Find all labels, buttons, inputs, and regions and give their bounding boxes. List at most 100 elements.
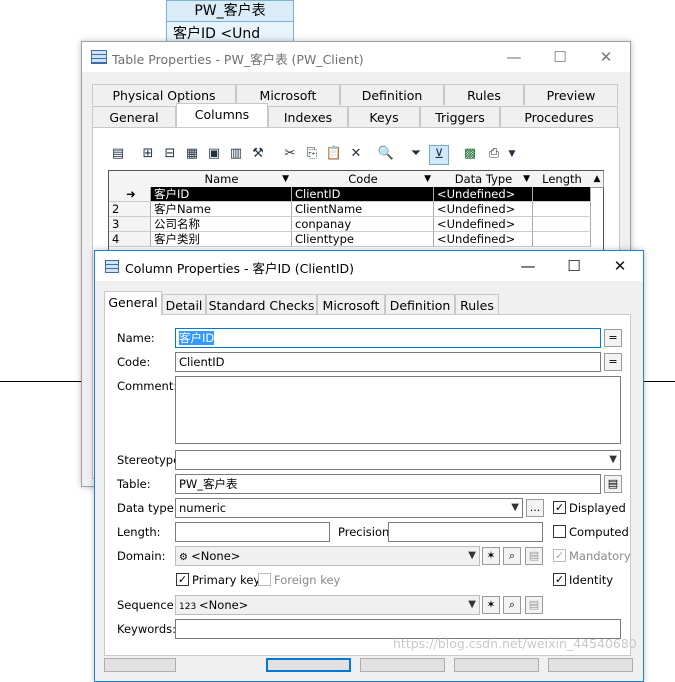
tab-microsoft[interactable]: Microsoft: [236, 84, 340, 105]
tab-detail[interactable]: Detail: [162, 294, 206, 315]
customize-columns-icon[interactable]: ⊻: [429, 145, 449, 165]
sequence-properties-button[interactable]: ▤: [525, 596, 543, 614]
column-window-titlebar: Column Properties - 客户ID (ClientID) — ☐ …: [95, 251, 643, 281]
print-icon[interactable]: ⎙: [485, 145, 503, 163]
cell-code[interactable]: conpanay: [292, 217, 434, 232]
cut-icon[interactable]: ✂: [281, 145, 299, 163]
close-button[interactable]: ✕: [610, 256, 630, 276]
cell-data-type[interactable]: <Undefined>: [434, 202, 533, 217]
cell-code[interactable]: ClientID: [292, 187, 434, 202]
displayed-checkbox[interactable]: ✓: [553, 501, 566, 514]
grid-scroll-up[interactable]: ▲: [591, 171, 604, 188]
tab-preview[interactable]: Preview: [524, 84, 618, 105]
data-type-select[interactable]: numeric ▼: [175, 498, 523, 518]
cell-data-type[interactable]: <Undefined>: [434, 187, 533, 202]
row-number: 4: [109, 232, 151, 247]
tab-physical-options[interactable]: Physical Options: [92, 84, 236, 105]
entity-title: PW_客户表: [167, 1, 293, 22]
comment-field[interactable]: [175, 376, 621, 444]
cell-name[interactable]: 公司名称: [151, 217, 292, 232]
domain-properties-button[interactable]: ▤: [525, 547, 543, 565]
cell-data-type[interactable]: <Undefined>: [434, 217, 533, 232]
cell-name[interactable]: 客户类别: [151, 232, 292, 247]
length-field[interactable]: [175, 522, 330, 542]
tab-microsoft[interactable]: Microsoft: [317, 294, 385, 315]
ok-button[interactable]: [266, 658, 351, 672]
print-dropdown-icon[interactable]: ▼: [503, 145, 521, 163]
data-type-ellipsis-button[interactable]: ...: [526, 499, 544, 517]
add-row-icon[interactable]: ⊞: [139, 145, 157, 163]
table-field[interactable]: PW_客户表: [175, 474, 601, 494]
cell-code[interactable]: ClientName: [292, 202, 434, 217]
displayed-label: Displayed: [569, 501, 626, 515]
domain-new-button[interactable]: ✶: [482, 547, 500, 565]
identity-checkbox[interactable]: ✓: [553, 573, 566, 586]
tools-icon[interactable]: ⚒: [249, 145, 267, 163]
sequence-new-button[interactable]: ✶: [482, 596, 500, 614]
tab-triggers[interactable]: Triggers: [420, 106, 500, 127]
column-header-data-type[interactable]: Data Type ▼: [434, 171, 534, 188]
help-button[interactable]: [548, 658, 633, 672]
tab-keys[interactable]: Keys: [348, 106, 420, 127]
column-header-code[interactable]: Code ▼: [292, 171, 435, 188]
paste-icon[interactable]: 📋: [325, 145, 343, 163]
code-field[interactable]: ClientID: [175, 352, 601, 372]
close-button[interactable]: ✕: [596, 47, 616, 67]
tab-rules[interactable]: Rules: [444, 84, 524, 105]
tab-definition[interactable]: Definition: [340, 84, 444, 105]
replicate-icon[interactable]: ▣: [205, 145, 223, 163]
excel-export-icon[interactable]: ▩: [461, 145, 479, 163]
tab-columns[interactable]: Columns: [176, 103, 268, 127]
insert-row-icon[interactable]: ⊟: [161, 145, 179, 163]
tab-procedures[interactable]: Procedures: [500, 106, 618, 127]
delete-icon[interactable]: ✕: [347, 145, 365, 163]
minimize-button[interactable]: —: [504, 47, 524, 67]
cell-length[interactable]: [533, 202, 591, 217]
more-button[interactable]: [104, 658, 176, 672]
maximize-button[interactable]: ☐: [550, 47, 570, 67]
cell-length[interactable]: [533, 217, 591, 232]
computed-checkbox[interactable]: [553, 525, 566, 538]
column-header-name[interactable]: Name ▼: [151, 171, 293, 188]
column-header-length[interactable]: Length: [533, 171, 592, 188]
tab-general[interactable]: General: [104, 291, 162, 315]
columns-grid[interactable]: Name ▼ Code ▼ Data Type ▼ Length ▲ ➜ 客户ID C…: [108, 170, 604, 262]
tab-rules[interactable]: Rules: [455, 294, 499, 315]
table-window-title: Table Properties - PW_客户表 (PW_Client): [112, 52, 364, 67]
cell-name[interactable]: 客户ID: [151, 187, 292, 202]
tab-general[interactable]: General: [92, 106, 176, 127]
domain-select[interactable]: ⚙ <None> ▼: [175, 546, 480, 566]
stereotype-select[interactable]: ▼: [175, 450, 621, 470]
domain-browse-button[interactable]: ⌕: [503, 547, 521, 565]
name-equals-button[interactable]: =: [604, 329, 622, 347]
primary-key-checkbox[interactable]: ✓: [176, 573, 189, 586]
add-columns-icon[interactable]: ▦: [183, 145, 201, 163]
create-domain-icon[interactable]: ▥: [227, 145, 245, 163]
name-field[interactable]: 客户ID: [175, 328, 601, 348]
foreign-key-checkbox[interactable]: [258, 573, 271, 586]
tab-definition[interactable]: Definition: [385, 294, 455, 315]
tab-standard-checks[interactable]: Standard Checks: [206, 294, 317, 315]
cell-name[interactable]: 客户Name: [151, 202, 292, 217]
sequence-browse-button[interactable]: ⌕: [503, 596, 521, 614]
cell-data-type[interactable]: <Undefined>: [434, 232, 533, 247]
tab-indexes[interactable]: Indexes: [268, 106, 348, 127]
filter-icon[interactable]: ⏷: [407, 145, 425, 163]
maximize-button[interactable]: ☐: [564, 256, 584, 276]
sequence-select[interactable]: 123 <None> ▼: [175, 595, 480, 615]
apply-button[interactable]: [454, 658, 539, 672]
precision-field[interactable]: [388, 522, 543, 542]
properties-icon[interactable]: ▤: [109, 145, 127, 163]
table-entity-symbol[interactable]: PW_客户表 客户ID <Und: [166, 0, 294, 44]
cell-length[interactable]: [533, 187, 591, 202]
find-icon[interactable]: 🔍: [377, 145, 395, 163]
chevron-down-icon: ▼: [468, 550, 476, 561]
code-equals-button[interactable]: =: [604, 353, 622, 371]
cell-length[interactable]: [533, 232, 591, 247]
cancel-button[interactable]: [360, 658, 445, 672]
minimize-button[interactable]: —: [518, 256, 538, 276]
cell-code[interactable]: Clienttype: [292, 232, 434, 247]
table-properties-button[interactable]: ▤: [604, 475, 622, 493]
mandatory-checkbox[interactable]: ✓: [553, 549, 566, 562]
copy-icon[interactable]: ⎘: [303, 145, 321, 163]
